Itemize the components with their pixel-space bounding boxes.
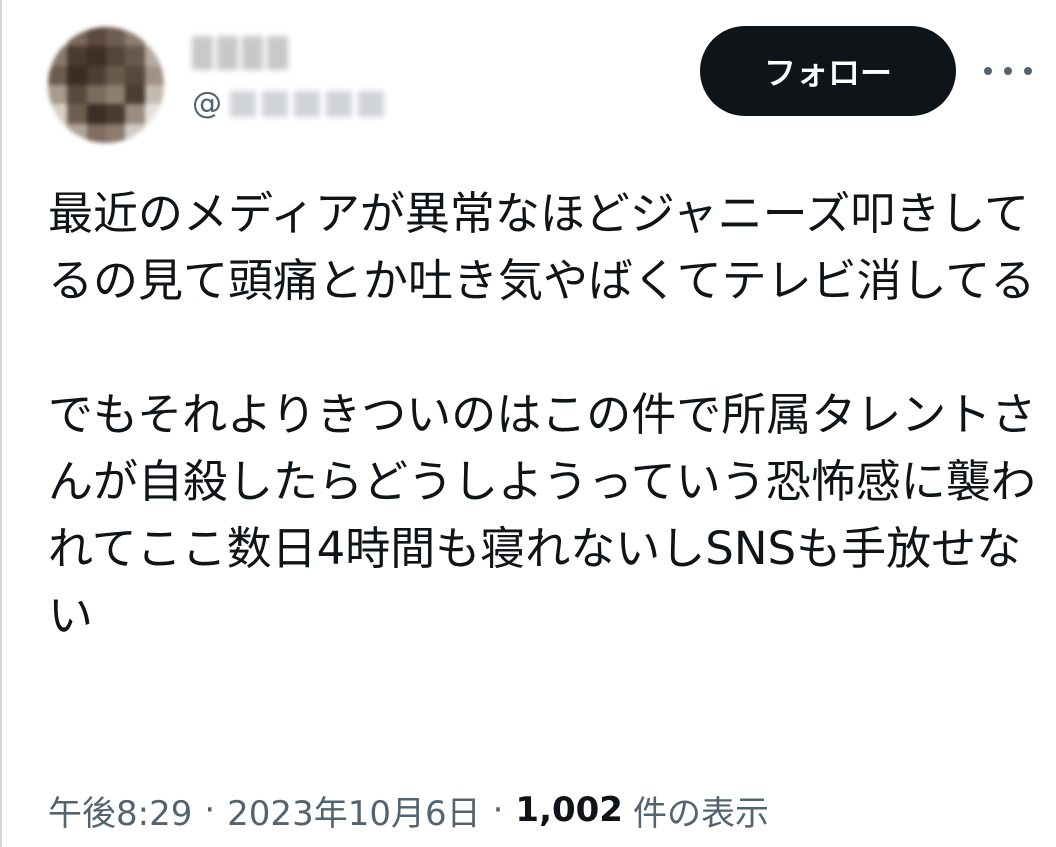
avatar[interactable]	[48, 27, 164, 143]
handle-at: @	[192, 86, 222, 121]
tweet-date[interactable]: 2023年10月6日	[227, 786, 480, 835]
meta-separator: ·	[204, 790, 216, 830]
handle-row: @	[192, 84, 384, 124]
meta-separator: ·	[492, 790, 504, 830]
views-count: 1,002	[515, 790, 623, 830]
tweet-paragraph-1: 最近のメディアが異常なほどジャニーズ叩きしてるの見て頭痛とか吐き気やばくてテレビ…	[48, 187, 1036, 307]
display-name-redacted[interactable]	[192, 36, 288, 70]
handle-redacted[interactable]	[230, 91, 384, 117]
more-horizontal-icon[interactable]	[984, 58, 1032, 84]
tweet-meta: 午後8:29 · 2023年10月6日 · 1,002 件の表示	[48, 780, 769, 840]
tweet-time[interactable]: 午後8:29	[48, 786, 192, 835]
user-info: @	[192, 36, 384, 124]
tweet-header: @ フォロー	[0, 0, 1056, 160]
tweet-text: 最近のメディアが異常なほどジャニーズ叩きしてるの見て頭痛とか吐き気やばくてテレビ…	[48, 180, 1038, 649]
tweet-paragraph-2: でもそれよりきついのはこの件で所属タレントさんが自殺したらどうしようっていう恐怖…	[48, 388, 1037, 642]
follow-button[interactable]: フォロー	[700, 26, 956, 116]
views-label: 件の表示	[632, 793, 769, 834]
